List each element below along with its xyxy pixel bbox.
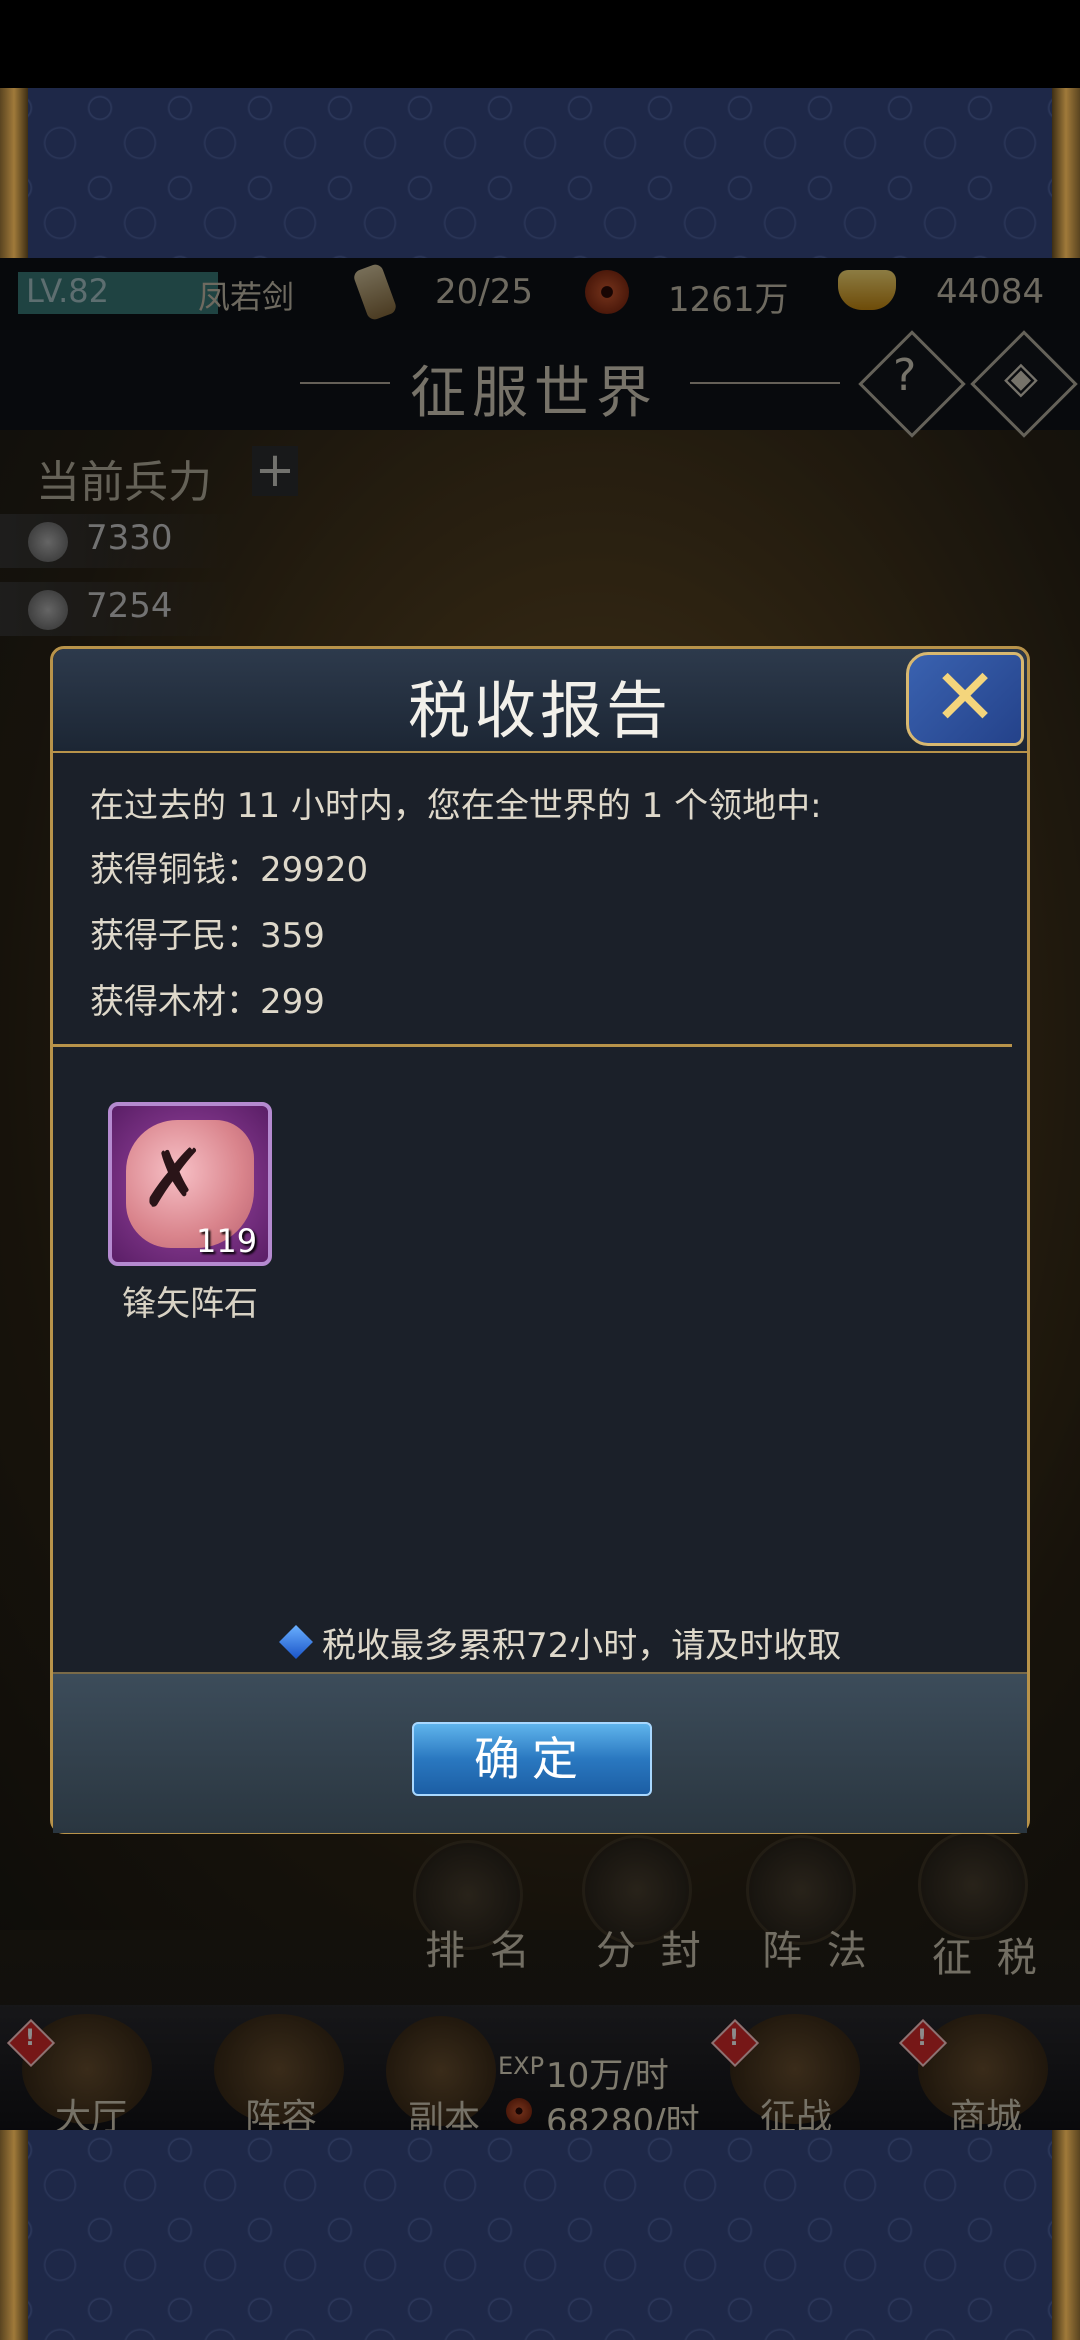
- confirm-button[interactable]: 确定: [412, 1722, 652, 1796]
- gain-copper: 获得铜钱：29920: [90, 850, 369, 890]
- frame-edge-left: [0, 2130, 28, 2340]
- bottom-pattern: [0, 2130, 1080, 2340]
- frame-edge-right: [1052, 2130, 1080, 2340]
- frame-edge-right: [1052, 88, 1080, 258]
- tax-note: 税收最多累积72小时，请及时收取: [322, 1626, 842, 1666]
- crossed-arrows-icon: ✗: [140, 1132, 208, 1225]
- divider: [52, 1044, 1012, 1047]
- tax-summary: 在过去的 11 小时内，您在全世界的 1 个领地中:: [90, 786, 822, 826]
- frame-edge-left: [0, 88, 28, 258]
- item-count: 119: [196, 1222, 258, 1260]
- gain-population: 获得子民：359: [90, 916, 325, 956]
- top-bar: [0, 0, 1080, 88]
- gain-wood: 获得木材：299: [90, 982, 325, 1022]
- top-pattern: [0, 88, 1080, 258]
- close-button[interactable]: ✕: [906, 652, 1024, 746]
- item-name: 锋矢阵石: [122, 1284, 258, 1324]
